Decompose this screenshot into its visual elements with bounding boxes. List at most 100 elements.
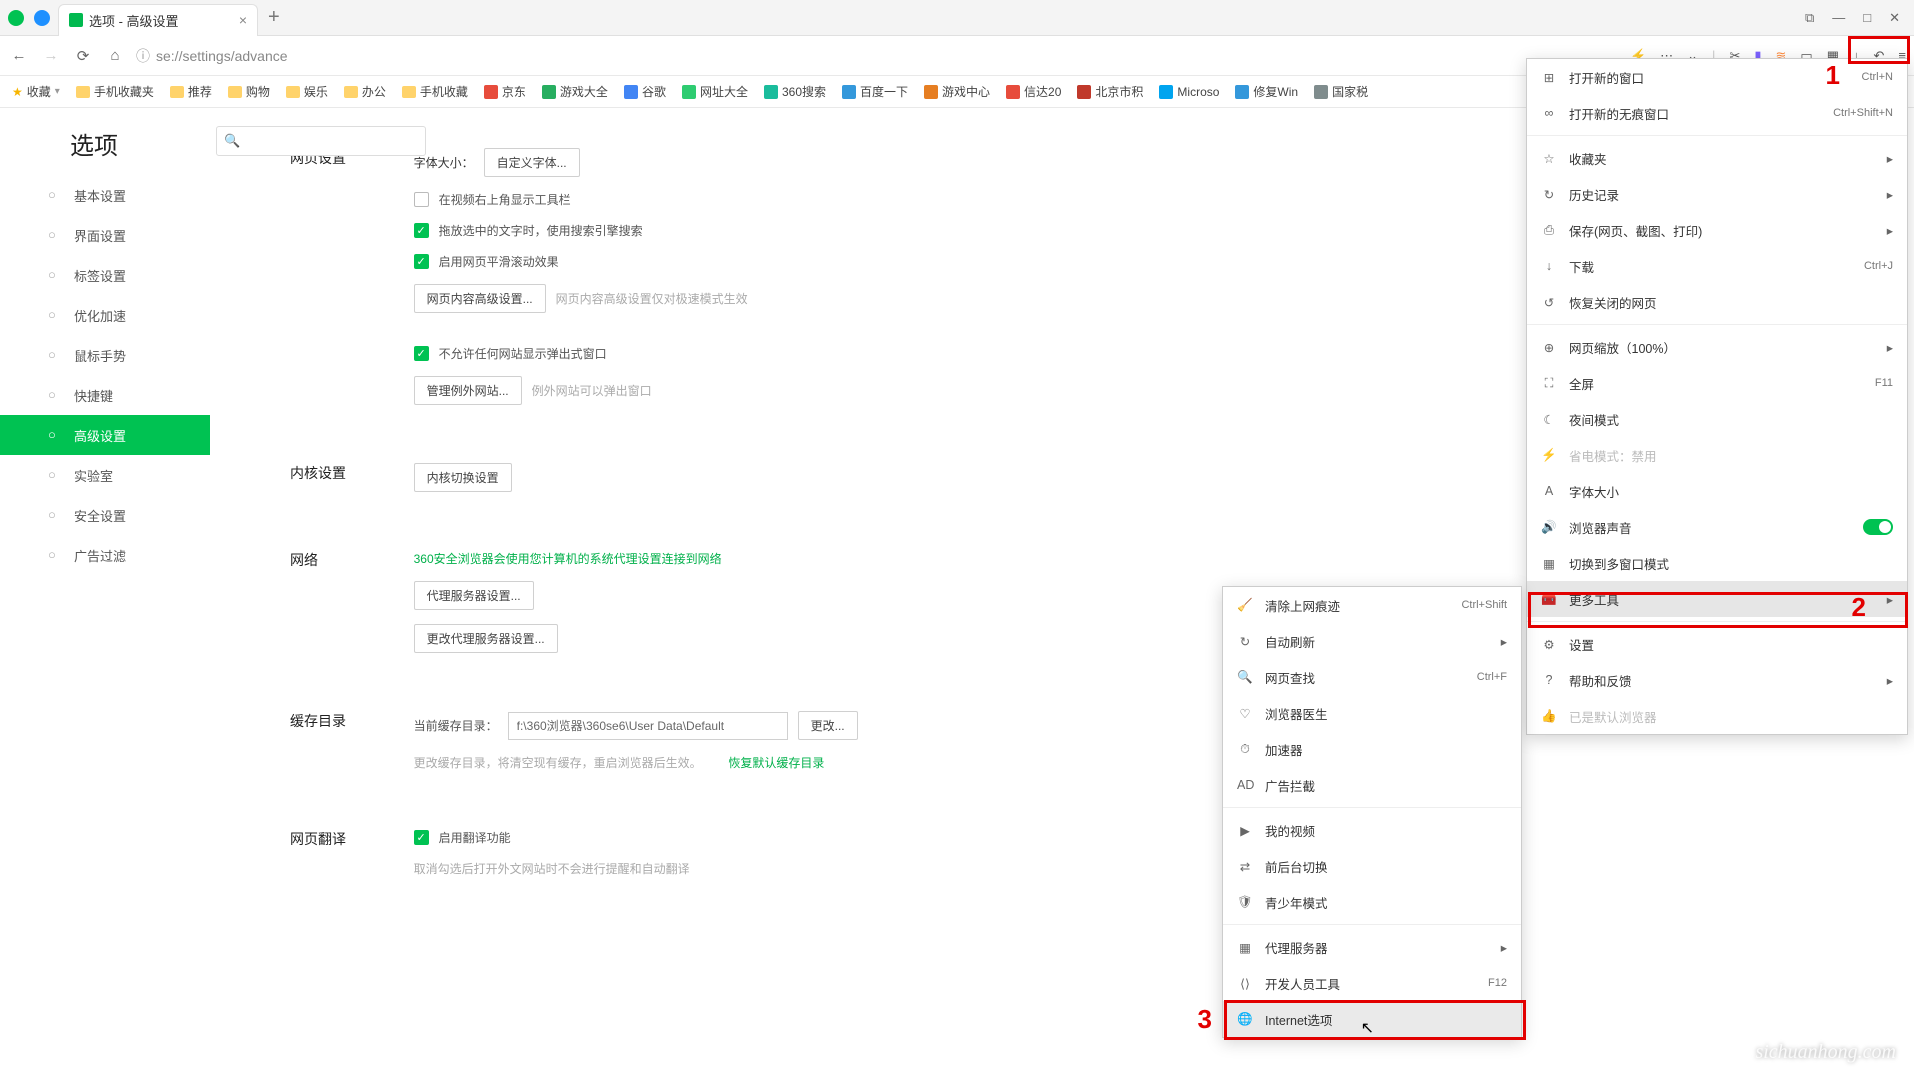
menu-icon: A — [1541, 484, 1557, 498]
submenu-item[interactable]: 🔍网页查找Ctrl+F — [1223, 659, 1521, 695]
bookmark-item[interactable]: 办公 — [344, 83, 386, 100]
sidebar-item[interactable]: ○实验室 — [0, 455, 210, 495]
cache-change-button[interactable]: 更改... — [798, 711, 858, 740]
bookmark-item[interactable]: 网址大全 — [682, 83, 748, 100]
submenu-item[interactable]: ▦代理服务器▸ — [1223, 929, 1521, 965]
sidebar-item[interactable]: ○鼠标手势 — [0, 335, 210, 375]
nav-reload-button[interactable]: ⟳ — [72, 47, 94, 65]
bookmark-item[interactable]: 国家税 — [1314, 83, 1368, 100]
checkbox-block-popup[interactable]: ✓ — [414, 346, 429, 361]
restore-cache-link[interactable]: 恢复默认缓存目录 — [728, 754, 824, 771]
favorites-button[interactable]: ★收藏▾ — [12, 83, 60, 100]
folder-icon — [286, 86, 300, 98]
custom-font-button[interactable]: 自定义字体... — [484, 148, 580, 177]
submenu-item[interactable]: ⟨⟩开发人员工具F12 — [1223, 965, 1521, 1001]
bookmark-item[interactable]: 修复Win — [1235, 83, 1298, 100]
sidebar-icon: ○ — [48, 347, 64, 363]
bookmark-item[interactable]: 360搜索 — [764, 83, 826, 100]
active-tab[interactable]: 选项 - 高级设置 × — [58, 4, 258, 36]
bookmark-item[interactable]: 京东 — [484, 83, 526, 100]
submenu-item[interactable]: ♡浏览器医生 — [1223, 695, 1521, 731]
bookmark-item[interactable]: 游戏中心 — [924, 83, 990, 100]
menu-item[interactable]: ↓下载Ctrl+J — [1527, 248, 1907, 284]
menu-icon: ∞ — [1541, 106, 1557, 120]
menu-item[interactable]: ∞打开新的无痕窗口Ctrl+Shift+N — [1527, 95, 1907, 131]
sidebar-icon: ○ — [48, 267, 64, 283]
new-tab-button[interactable]: + — [258, 6, 290, 29]
manage-exceptions-button[interactable]: 管理例外网站... — [414, 376, 522, 405]
submenu-icon: 🛡 — [1237, 895, 1253, 910]
bookmark-item[interactable]: 游戏大全 — [542, 83, 608, 100]
nav-home-button[interactable]: ⌂ — [104, 47, 126, 64]
menu-item[interactable]: 🧰更多工具▸ — [1527, 581, 1907, 617]
menu-item[interactable]: 🔊浏览器声音 — [1527, 509, 1907, 545]
menu-item[interactable]: ⚙设置 — [1527, 626, 1907, 662]
sidebar-item[interactable]: ○基本设置 — [0, 175, 210, 215]
kernel-switch-button[interactable]: 内核切换设置 — [414, 463, 512, 492]
sidebar-item[interactable]: ○高级设置 — [0, 415, 210, 455]
site-info-icon[interactable]: ⓘ — [136, 46, 150, 66]
submenu-item[interactable]: ↻自动刷新▸ — [1223, 623, 1521, 659]
network-desc: 360安全浏览器会使用您计算机的系统代理设置连接到网络 — [414, 550, 722, 567]
submenu-icon: ⇄ — [1237, 859, 1253, 874]
proxy-settings-button[interactable]: 代理服务器设置... — [414, 581, 534, 610]
window-minimize-button[interactable]: — — [1832, 10, 1845, 26]
title-bar: 选项 - 高级设置 × + ⧉ — □ ✕ — [0, 0, 1914, 36]
menu-item[interactable]: ?帮助和反馈▸ — [1527, 662, 1907, 698]
sidebar-item[interactable]: ○优化加速 — [0, 295, 210, 335]
menu-item[interactable]: ⛶全屏F11 — [1527, 365, 1907, 401]
menu-item[interactable]: ☆收藏夹▸ — [1527, 140, 1907, 176]
sidebar-item[interactable]: ○快捷键 — [0, 375, 210, 415]
bookmark-item[interactable]: 谷歌 — [624, 83, 666, 100]
menu-icon: ⊞ — [1541, 70, 1557, 85]
bookmark-item[interactable]: 手机收藏夹 — [76, 83, 154, 100]
sound-toggle[interactable] — [1863, 519, 1893, 535]
settings-search-input[interactable] — [216, 126, 426, 156]
menu-item[interactable]: ⊕网页缩放（100%）▸ — [1527, 329, 1907, 365]
menu-icon: 🔊 — [1541, 520, 1557, 535]
chevron-right-icon: ▸ — [1887, 592, 1893, 607]
menu-item[interactable]: A字体大小 — [1527, 473, 1907, 509]
window-close-button[interactable]: ✕ — [1889, 10, 1900, 26]
sidebar-item[interactable]: ○界面设置 — [0, 215, 210, 255]
cache-path-input[interactable] — [508, 712, 788, 740]
tab-close-button[interactable]: × — [239, 12, 247, 28]
checkbox-smooth-scroll[interactable]: ✓ — [414, 254, 429, 269]
sidebar-item[interactable]: ○安全设置 — [0, 495, 210, 535]
change-proxy-button[interactable]: 更改代理服务器设置... — [414, 624, 558, 653]
bookmark-item[interactable]: 手机收藏 — [402, 83, 468, 100]
submenu-item[interactable]: ⏱加速器 — [1223, 731, 1521, 767]
window-maximize-button[interactable]: □ — [1863, 10, 1871, 26]
nav-back-button[interactable]: ← — [8, 47, 30, 64]
menu-item[interactable]: ⎙保存(网页、截图、打印)▸ — [1527, 212, 1907, 248]
bookmark-item[interactable]: 娱乐 — [286, 83, 328, 100]
submenu-icon: 🔍 — [1237, 670, 1253, 685]
advanced-content-button[interactable]: 网页内容高级设置... — [414, 284, 546, 313]
submenu-item[interactable]: AD广告拦截 — [1223, 767, 1521, 803]
folder-icon — [76, 86, 90, 98]
checkbox-drag-search[interactable]: ✓ — [414, 223, 429, 238]
bookmark-item[interactable]: 北京市积 — [1077, 83, 1143, 100]
menu-item[interactable]: ↻历史记录▸ — [1527, 176, 1907, 212]
url-text[interactable]: se://settings/advance — [156, 48, 288, 64]
bookmark-item[interactable]: 推荐 — [170, 83, 212, 100]
nav-forward-button[interactable]: → — [40, 47, 62, 64]
sidebar-item[interactable]: ○标签设置 — [0, 255, 210, 295]
bookmark-item[interactable]: 购物 — [228, 83, 270, 100]
menu-item[interactable]: ☾夜间模式 — [1527, 401, 1907, 437]
submenu-item[interactable]: 🧹清除上网痕迹Ctrl+Shift — [1223, 587, 1521, 623]
submenu-item[interactable]: 🛡青少年模式 — [1223, 884, 1521, 920]
menu-item[interactable]: ▦切换到多窗口模式 — [1527, 545, 1907, 581]
extension-icon[interactable]: ⧉ — [1805, 10, 1814, 26]
bookmark-item[interactable]: Microso — [1159, 83, 1219, 100]
menu-item[interactable]: ↺恢复关闭的网页 — [1527, 284, 1907, 320]
folder-icon — [344, 86, 358, 98]
submenu-item[interactable]: ▶我的视频 — [1223, 812, 1521, 848]
menu-item[interactable]: ⊞打开新的窗口Ctrl+N — [1527, 59, 1907, 95]
submenu-item[interactable]: ⇄前后台切换 — [1223, 848, 1521, 884]
checkbox-translate[interactable]: ✓ — [414, 830, 429, 845]
sidebar-item[interactable]: ○广告过滤 — [0, 535, 210, 575]
checkbox-video-toolbar[interactable] — [414, 192, 429, 207]
bookmark-item[interactable]: 百度一下 — [842, 83, 908, 100]
bookmark-item[interactable]: 信达20 — [1006, 83, 1061, 100]
